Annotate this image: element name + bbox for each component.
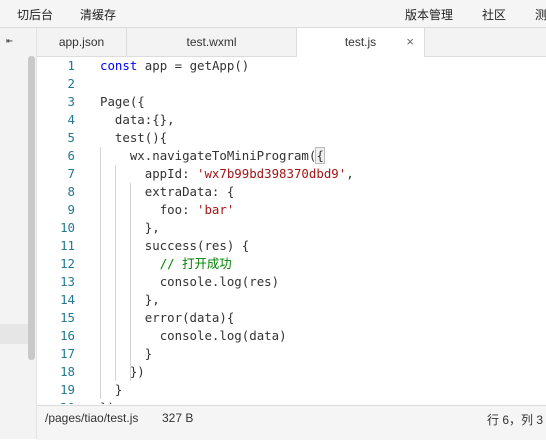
code-text: wx.navigateToMiniProgram({	[129, 147, 325, 164]
tab-test-wxml[interactable]: test.wxml	[127, 28, 297, 56]
code-text: foo: 'bar'	[159, 202, 235, 217]
collapse-sidebar-icon[interactable]: ⇤	[6, 34, 22, 48]
code-line[interactable]: 16 console.log(data)	[37, 327, 546, 345]
code-line[interactable]: 9 foo: 'bar'	[37, 201, 546, 219]
line-number: 19	[60, 382, 75, 397]
line-number: 8	[67, 184, 75, 199]
close-icon[interactable]: ×	[406, 28, 414, 56]
tab-label: app.json	[58, 35, 105, 49]
tab-label: test.wxml	[186, 35, 237, 49]
code-text: }	[100, 346, 153, 361]
code-text: error(data){	[144, 310, 235, 325]
line-number: 3	[67, 94, 75, 109]
code-line[interactable]: 11 success(res) {	[37, 237, 546, 255]
code-line[interactable]: 13 console.log(res)	[37, 273, 546, 291]
status-bar: /pages/tiao/test.js 327 B 行 6，列 3	[37, 405, 546, 440]
sidebar-scrollbar[interactable]	[28, 56, 35, 360]
code-text: },	[100, 220, 160, 235]
file-size: 327 B	[162, 411, 194, 425]
code-line[interactable]: 20})	[37, 399, 546, 404]
code-line[interactable]: 12 // 打开成功	[37, 255, 546, 273]
line-number: 18	[60, 364, 75, 379]
test-button-truncated[interactable]: 测	[535, 6, 546, 23]
code-text: extraData: {	[144, 184, 235, 199]
line-number: 5	[67, 130, 75, 145]
code-text: success(res) {	[144, 238, 250, 253]
line-number: 16	[60, 328, 75, 343]
code-text: console.log(res)	[159, 274, 280, 289]
code-line[interactable]: 2	[37, 75, 546, 93]
line-number: 15	[60, 310, 75, 325]
code-line[interactable]: 7 appId: 'wx7b99bd398370dbd9',	[37, 165, 546, 183]
code-line[interactable]: 5 test(){	[37, 129, 546, 147]
line-number: 14	[60, 292, 75, 307]
code-line[interactable]: 18 })	[37, 363, 546, 381]
clear-cache-button[interactable]: 清缓存	[80, 6, 116, 23]
file-path: /pages/tiao/test.js	[45, 411, 139, 425]
code-text: const app = getApp()	[100, 58, 250, 73]
code-text: }	[100, 382, 123, 397]
version-management-button[interactable]: 版本管理	[405, 6, 453, 23]
code-line[interactable]: 3 Page({	[37, 93, 546, 111]
line-number: 2	[67, 76, 75, 91]
code-line[interactable]: 19 }	[37, 381, 546, 399]
code-text: },	[100, 292, 160, 307]
code-text: appId: 'wx7b99bd398370dbd9',	[144, 166, 354, 181]
selected-tree-item[interactable]	[0, 324, 28, 344]
community-button[interactable]: 社区	[482, 6, 506, 23]
code-text: })	[100, 399, 115, 404]
code-line[interactable]: 4 data:{},	[37, 111, 546, 129]
tab-test-js[interactable]: test.js ×	[297, 28, 425, 57]
code-line[interactable]: 6 wx.navigateToMiniProgram({	[37, 147, 546, 165]
code-line[interactable]: 15 error(data){	[37, 309, 546, 327]
line-number: 6	[67, 148, 75, 163]
tab-label: test.js	[344, 35, 377, 49]
editor-tabs: app.json test.wxml test.js ×	[37, 28, 546, 57]
line-number: 17	[60, 346, 75, 361]
code-line[interactable]: 14 },	[37, 291, 546, 309]
code-line[interactable]: 8 extraData: {	[37, 183, 546, 201]
file-tree-panel: ⇤	[0, 28, 37, 439]
code-text: test(){	[114, 130, 168, 145]
code-line[interactable]: 10 },	[37, 219, 546, 237]
line-number: 13	[60, 274, 75, 289]
line-number: 1	[67, 58, 75, 73]
cut-background-button[interactable]: 切后台	[17, 6, 53, 23]
line-number: 10	[60, 220, 75, 235]
line-number: 12	[60, 256, 75, 271]
code-line[interactable]: 17 }	[37, 345, 546, 363]
code-line[interactable]: 1 const app = getApp()	[37, 57, 546, 75]
code-text: })	[100, 364, 145, 379]
line-number: 11	[60, 238, 75, 253]
tab-app-json[interactable]: app.json	[37, 28, 127, 56]
line-number: 9	[67, 202, 75, 217]
line-number: 7	[67, 166, 75, 181]
code-text: // 打开成功	[159, 256, 232, 271]
line-number: 4	[67, 112, 75, 127]
cursor-position[interactable]: 行 6，列 3	[487, 411, 543, 428]
code-editor[interactable]: 1 const app = getApp() 2 3 Page({4 data:{}, 5…	[37, 57, 546, 404]
top-toolbar: 切后台 清缓存 版本管理 社区 测	[0, 0, 546, 28]
code-text: Page({	[100, 94, 145, 109]
bracket-match-highlight: {	[315, 147, 325, 164]
line-number: 20	[37, 399, 75, 404]
code-text: console.log(data)	[159, 328, 287, 343]
code-text: data:{},	[114, 112, 175, 127]
